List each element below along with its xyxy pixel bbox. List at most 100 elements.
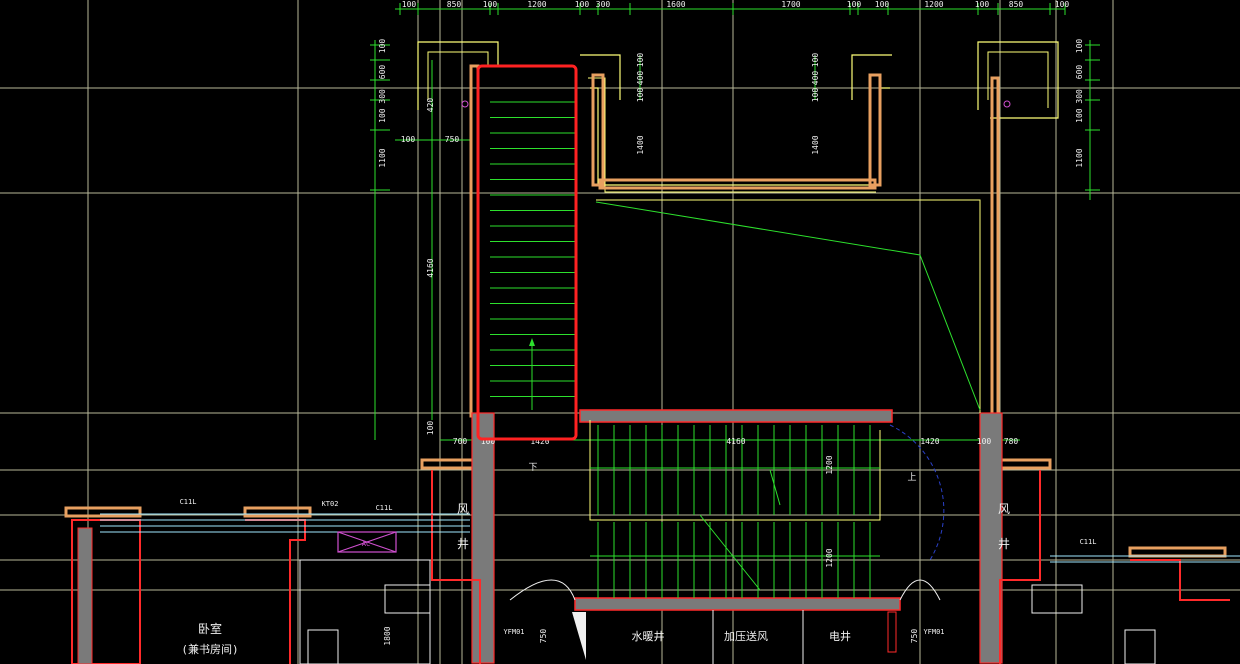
top-dim-text: 100 (847, 0, 862, 9)
top-dim-text: 100 (483, 0, 498, 9)
left-dim-text: 1100 (378, 148, 387, 167)
hatch-wall (64, 506, 142, 518)
shaft-label: 井 (457, 537, 469, 551)
stairs (490, 101, 880, 598)
left-dim-text: 4160 (426, 258, 435, 277)
top-dim-text: 100 (575, 0, 590, 9)
window-label: C11L (376, 504, 393, 512)
inner-dim-text: 100 (636, 88, 645, 103)
shaft-right-wall (999, 470, 1041, 664)
slab-bottom (574, 597, 901, 611)
window-label: C11L (180, 498, 197, 506)
top-dim-text: 100 (402, 0, 417, 9)
hatch-wall (243, 506, 312, 518)
dim-text: 750 (445, 135, 460, 144)
left-dim-text: 100 (426, 421, 435, 436)
slab-top (579, 409, 893, 423)
door-leaf (572, 612, 586, 660)
cad-floor-plan[interactable]: 100 850 100 1200 100 300 1600 1700 100 100 1200 100… (0, 0, 1240, 664)
balcony-right-outline (977, 41, 1059, 119)
top-dim-text: 100 (875, 0, 890, 9)
shaft-label: 加压送风 (724, 629, 768, 643)
top-dim-text: 1200 (527, 0, 546, 9)
left-dim-text: 420 (426, 98, 435, 113)
top-dim-text: 1700 (781, 0, 800, 9)
inner-dim-text: 1400 (636, 135, 645, 154)
stove (307, 629, 339, 664)
right-dim-text: 100 300 (1075, 89, 1084, 123)
room-wall-fill (77, 527, 93, 664)
stair-dim-text: 1200 (825, 455, 834, 474)
right-room-wall (1130, 559, 1230, 601)
right-dim-text: 100 (1075, 39, 1084, 54)
hatch-wall (995, 458, 1052, 470)
left-dim-text: 100 300 (378, 89, 387, 123)
inner-dim-text: 400 (636, 71, 645, 86)
hatch-wall (1128, 546, 1227, 558)
dim-text: 100 (401, 135, 416, 144)
shaft-label: 水暖井 (632, 629, 665, 643)
inner-dim-text: 100 (811, 53, 820, 68)
door-jamb (887, 611, 897, 653)
mid-dim-text: 1420 (920, 437, 939, 446)
void-inner (590, 87, 890, 186)
stair-dim-text: 1200 (825, 548, 834, 567)
stair-direction: 下 (528, 463, 537, 473)
stair-direction: 上 (907, 472, 916, 483)
top-dim-text: 1600 (666, 0, 685, 9)
void-inner2 (588, 77, 876, 193)
inner-dim-text: 400 (811, 71, 820, 86)
bottom-dim-text: 1800 (383, 626, 392, 645)
bottom-dim-text: 750 (910, 629, 919, 644)
door-label: YFM01 (503, 628, 524, 636)
room-wall-mid (245, 519, 306, 664)
stair-arrow-head (529, 338, 535, 346)
sink-right (1031, 584, 1083, 614)
top-dim-text: 100 (975, 0, 990, 9)
top-dim-text: 100 (1055, 0, 1070, 9)
top-dim-text: 850 (1009, 0, 1024, 9)
hatch-wall (868, 73, 882, 187)
text-layer: 100 850 100 1200 100 300 1600 1700 100 100 1200 100… (180, 0, 1097, 656)
room-label: (兼书房间) (181, 643, 238, 656)
bottom-dim-text: 750 (539, 629, 548, 644)
window-label: C11L (1080, 538, 1097, 546)
shaft-label: 井 (998, 537, 1010, 551)
top-dim-text: 850 (447, 0, 462, 9)
kitchen-counter (299, 559, 431, 664)
mid-dim-text: 100 (977, 437, 992, 446)
top-dim-text: 300 (596, 0, 611, 9)
selection-rectangle[interactable] (476, 64, 578, 441)
void-border (596, 199, 981, 413)
shaft-label: 风 (998, 502, 1010, 516)
inner-dim-text: 100 (811, 88, 820, 103)
ac-label: AC (362, 540, 370, 548)
mid-dim-text: 4160 (726, 437, 745, 446)
shaft-label: 风 (457, 502, 469, 516)
top-dim-text: 1200 (924, 0, 943, 9)
stair-break (699, 514, 761, 591)
column-marker (1003, 100, 1011, 108)
inner-dim-text: 1400 (811, 135, 820, 154)
inner-dim-text: 100 (636, 53, 645, 68)
walls (64, 41, 1230, 664)
stair-break (769, 469, 781, 506)
mid-dim-text: 780 (1004, 437, 1019, 446)
mid-dim-text: 700 (453, 437, 468, 446)
shaft-label: 电井 (829, 629, 851, 643)
void-diagonal (595, 201, 981, 411)
equipment-label: KT02 (322, 500, 339, 508)
column-marker (461, 100, 469, 108)
hatch-wall (598, 178, 877, 190)
room-label: 卧室 (198, 621, 222, 636)
left-dim-text: 600 (378, 65, 387, 80)
column-left (471, 412, 495, 664)
pier-right (851, 54, 892, 100)
right-dim-text: 1100 (1075, 148, 1084, 167)
stove-right (1124, 629, 1156, 664)
door-label: YFM01 (923, 628, 944, 636)
hatch-wall (990, 76, 1000, 420)
sink (384, 584, 431, 614)
right-dim-text: 600 (1075, 65, 1084, 80)
left-dim-text: 100 (378, 39, 387, 54)
